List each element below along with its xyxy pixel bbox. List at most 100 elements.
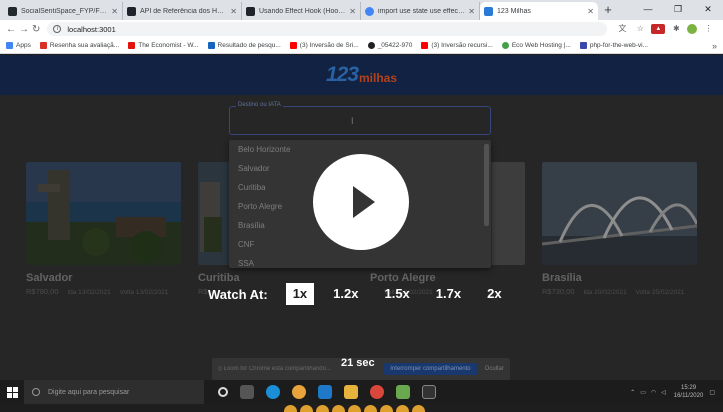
youtube-icon: [421, 42, 429, 49]
emoji-icon[interactable]: [332, 405, 345, 412]
bookmark-item[interactable]: Apps: [6, 42, 31, 49]
bookmark-item[interactable]: Resultado de pesqu...: [207, 42, 281, 49]
speed-option[interactable]: 1.2x: [326, 283, 365, 305]
speed-option[interactable]: 2x: [480, 283, 508, 305]
volume-icon[interactable]: ◁: [661, 389, 666, 396]
apps-grid-icon: [6, 42, 13, 49]
emoji-icon[interactable]: [300, 405, 313, 412]
bookmark-item[interactable]: (3) Inversão recursi...: [421, 42, 493, 49]
new-tab-button[interactable]: +: [598, 2, 618, 20]
speed-option[interactable]: 1.7x: [429, 283, 468, 305]
notifications-icon[interactable]: ▢: [709, 389, 715, 396]
battery-icon[interactable]: ▭: [640, 389, 646, 396]
play-button[interactable]: [313, 154, 409, 250]
emoji-icon[interactable]: [364, 405, 377, 412]
reload-icon[interactable]: ↻: [32, 24, 40, 35]
browser-tab[interactable]: API de Referência dos Hooks ... ✕: [123, 2, 242, 20]
bookmark-star-icon[interactable]: ☆: [633, 24, 647, 34]
bookmark-label: Apps: [16, 42, 31, 49]
react-icon: [246, 6, 255, 16]
tab-title: Usando Effect Hook (Hook do...: [259, 7, 346, 15]
php-icon: [579, 42, 587, 49]
clock[interactable]: 15:29 16/11/2020: [674, 384, 704, 400]
youtube-icon: [289, 42, 297, 49]
close-tab-icon[interactable]: ✕: [587, 7, 594, 16]
minimize-button[interactable]: —: [633, 0, 663, 20]
window-controls: — ❐ ✕: [633, 0, 723, 20]
app-icon[interactable]: [396, 385, 410, 399]
terminal-icon[interactable]: [422, 385, 436, 399]
tab-title: API de Referência dos Hooks ...: [140, 7, 227, 15]
address-bar[interactable]: i localhost:3001: [47, 22, 608, 36]
close-tab-icon[interactable]: ✕: [111, 7, 118, 16]
browser-tab[interactable]: Usando Effect Hook (Hook do... ✕: [242, 2, 361, 20]
reaction-emojis: [284, 405, 428, 412]
back-arrow-icon[interactable]: ←: [6, 24, 16, 35]
speed-option[interactable]: 1.5x: [377, 283, 416, 305]
forward-arrow-icon[interactable]: →: [19, 24, 29, 35]
emoji-icon[interactable]: [284, 405, 297, 412]
bookmark-label: Resultado de pesqu...: [217, 42, 281, 49]
chrome-alt-icon[interactable]: [370, 385, 384, 399]
browser-tab[interactable]: SocialSentiSpace_FYP/Facebo... ✕: [4, 2, 123, 20]
browser-tab-active[interactable]: 123 Milhas ✕: [480, 2, 598, 20]
google-icon: [365, 6, 374, 16]
toolbar-actions: 文 ☆ ▲ ✱ ⋮: [615, 24, 719, 34]
tray-chevron-icon[interactable]: ⌃: [630, 389, 635, 396]
info-icon[interactable]: i: [53, 25, 62, 33]
emoji-icon[interactable]: [348, 405, 361, 412]
bookmark-item[interactable]: (3) Inversão de Sri...: [289, 42, 359, 49]
menu-dots-icon[interactable]: ⋮: [701, 24, 715, 34]
watch-at-label: Watch At:: [208, 286, 268, 302]
emoji-icon[interactable]: [380, 405, 393, 412]
globe-icon: [367, 42, 375, 49]
tab-title: import use state use effect re...: [378, 7, 466, 15]
bookmark-label: (3) Inversão recursi...: [431, 42, 493, 49]
vscode-icon[interactable]: [318, 385, 332, 399]
close-tab-icon[interactable]: ✕: [468, 7, 475, 16]
taskbar-search-box[interactable]: Digite aqui para pesquisar: [24, 380, 204, 404]
bookmarks-bar: Apps Resenha sua avaliaçã... The Economi…: [0, 38, 723, 54]
extensions-puzzle-icon[interactable]: ✱: [669, 24, 683, 34]
edge-icon[interactable]: [266, 385, 280, 399]
close-tab-icon[interactable]: ✕: [349, 7, 356, 16]
more-bookmarks-chevron-icon[interactable]: »: [712, 41, 717, 51]
close-window-button[interactable]: ✕: [693, 0, 723, 20]
bookmark-item[interactable]: Eco Web Hosting |...: [501, 42, 571, 49]
maximize-button[interactable]: ❐: [663, 0, 693, 20]
bookmark-label: Eco Web Hosting |...: [511, 42, 571, 49]
url-text: localhost:3001: [67, 24, 116, 34]
bookmark-item[interactable]: php-for-the-web-vi...: [579, 42, 648, 49]
chrome-icon[interactable]: [292, 385, 306, 399]
tab-strip: SocialSentiSpace_FYP/Facebo... ✕ API de …: [0, 0, 723, 20]
emoji-icon[interactable]: [396, 405, 409, 412]
windows-start-icon[interactable]: [0, 380, 24, 404]
system-tray: ⌃ ▭ ◠ ◁ 15:29 16/11/2020 ▢: [630, 384, 723, 400]
cortana-icon[interactable]: [218, 387, 228, 397]
emoji-icon[interactable]: [412, 405, 425, 412]
bookmark-item[interactable]: _05422-970: [367, 42, 413, 49]
browser-toolbar: ← → ↻ i localhost:3001 文 ☆ ▲ ✱ ⋮: [0, 20, 723, 38]
browser-tab[interactable]: import use state use effect re... ✕: [361, 2, 480, 20]
react-icon: [127, 6, 136, 16]
file-explorer-icon[interactable]: [344, 385, 358, 399]
pdf-extension-icon[interactable]: ▲: [651, 24, 666, 34]
close-tab-icon[interactable]: ✕: [230, 7, 237, 16]
clock-date: 16/11/2020: [673, 393, 704, 399]
bookmark-label: _05422-970: [377, 42, 413, 49]
bookmark-label: (3) Inversão de Sri...: [299, 42, 359, 49]
bookmark-item[interactable]: The Economist - W...: [128, 42, 199, 49]
tab-title: SocialSentiSpace_FYP/Facebo...: [21, 7, 108, 15]
translate-icon[interactable]: 文: [615, 24, 629, 34]
taskbar-search-placeholder: Digite aqui para pesquisar: [48, 388, 130, 396]
emoji-icon[interactable]: [316, 405, 329, 412]
bookmark-label: The Economist - W...: [138, 42, 199, 49]
network-icon[interactable]: ◠: [651, 389, 656, 396]
profile-avatar[interactable]: [687, 24, 698, 34]
bookmark-label: Resenha sua avaliaçã...: [49, 42, 120, 49]
video-duration: 21 sec: [341, 357, 375, 369]
windows-taskbar: Digite aqui para pesquisar ⌃ ▭ ◠ ◁ 15:29…: [0, 380, 723, 404]
task-view-icon[interactable]: [240, 385, 254, 399]
bookmark-item[interactable]: Resenha sua avaliaçã...: [39, 42, 120, 49]
speed-option-selected[interactable]: 1x: [285, 283, 315, 305]
